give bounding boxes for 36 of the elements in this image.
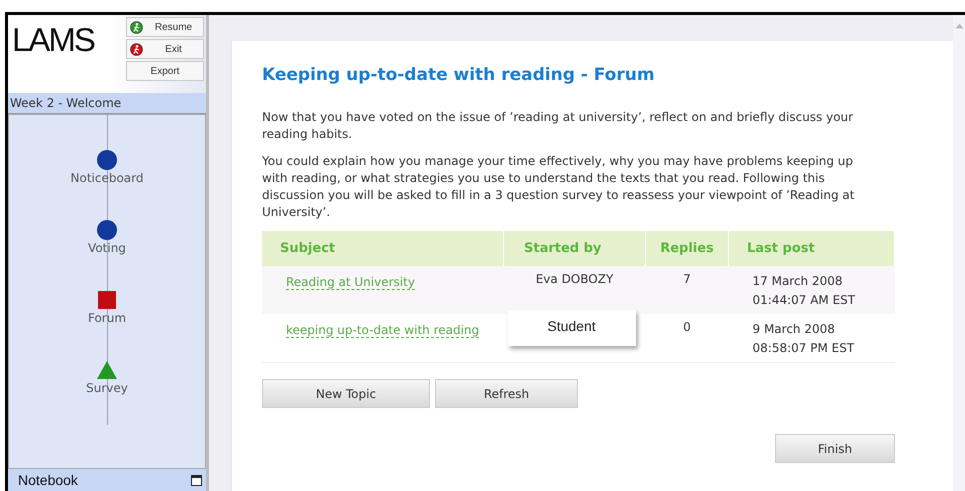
activity-label[interactable]: Voting: [88, 241, 126, 255]
new-topic-button[interactable]: New Topic: [262, 379, 430, 408]
column-header: Last post: [728, 231, 894, 266]
scrollbar[interactable]: [953, 15, 965, 491]
activity-label[interactable]: Survey: [86, 381, 128, 395]
table-cell-text: 08:58:07 PM EST: [752, 340, 856, 357]
walking-figure-icon: [130, 42, 143, 56]
lesson-title: Week 2 - Welcome: [8, 93, 206, 114]
activity-label[interactable]: Forum: [88, 311, 126, 325]
instructions-text: You could explain how you manage your time effectively, why you may have problems keeping up with reading, or what strategies you use to understand the texts that you read. Following this discussion you will be asked to fill in a 3 question survey to reassess your viewpoint of ’Reading at University’.: [262, 153, 856, 221]
up-arrow-icon: [954, 23, 964, 29]
exit-button[interactable]: Exit: [126, 39, 204, 59]
column-header: Replies: [646, 231, 728, 266]
finish-button[interactable]: Finish: [775, 434, 895, 463]
column-header: Started by: [504, 231, 646, 266]
triangle-icon: [96, 359, 118, 381]
table-cell: 7: [646, 266, 728, 314]
table-cell: 0: [646, 314, 728, 362]
refresh-button[interactable]: Refresh: [435, 379, 578, 408]
logo: LAMS: [12, 20, 94, 60]
instructions-text: Now that you have voted on the issue of ’reading at university’, reflect on and briefly discuss your reading habits.: [262, 109, 854, 143]
table-cell-text: 01:44:07 AM EST: [752, 292, 856, 309]
resume-button[interactable]: Resume: [126, 17, 204, 37]
page-title: Keeping up-to-date with reading - Forum: [262, 65, 656, 85]
walking-figure-icon: [130, 20, 143, 34]
table-cell-text: 9 March 2008: [752, 321, 836, 338]
tooltip: Student: [508, 310, 636, 346]
table-cell-text: 17 March 2008: [752, 273, 844, 290]
activity-label[interactable]: Noticeboard: [70, 171, 144, 185]
circle-icon: [96, 219, 118, 241]
notebook-label[interactable]: Notebook: [18, 472, 78, 488]
circle-icon: [96, 149, 118, 171]
export-button[interactable]: Export: [126, 61, 204, 81]
column-header: Subject: [262, 231, 504, 266]
square-icon: [96, 289, 118, 311]
maximize-icon: [191, 474, 202, 486]
